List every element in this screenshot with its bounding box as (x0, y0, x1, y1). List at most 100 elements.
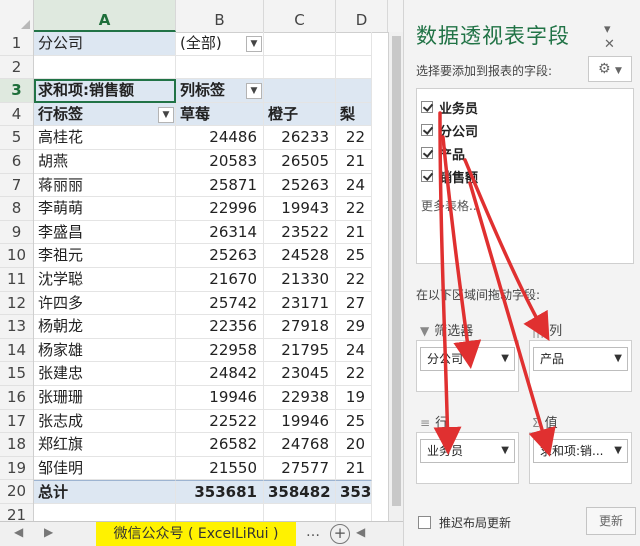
checkbox-checked[interactable] (421, 147, 433, 159)
column-header-c[interactable]: C (264, 0, 336, 32)
value-cell[interactable]: 21795 (264, 338, 336, 363)
total-value-cell[interactable]: 353681 (176, 480, 264, 504)
row-name-cell[interactable]: 张珊珊 (34, 386, 176, 410)
value-cell[interactable]: 21 (336, 220, 372, 245)
value-cell[interactable]: 22 (336, 197, 372, 221)
row-header[interactable]: 5 (0, 126, 33, 150)
filters-field-chip[interactable]: 分公司 ▼ (420, 347, 515, 371)
close-icon[interactable]: ✕ (604, 37, 615, 52)
value-cell[interactable]: 23171 (264, 291, 336, 316)
value-cell[interactable]: 25 (336, 244, 372, 268)
checkbox-checked[interactable] (421, 170, 433, 182)
vertical-scrollbar[interactable] (388, 32, 403, 532)
value-cell[interactable]: 24842 (176, 362, 264, 386)
value-cell[interactable]: 22 (336, 362, 372, 386)
value-cell[interactable]: 19946 (264, 409, 336, 434)
row-name-cell[interactable]: 郑红旗 (34, 433, 176, 457)
value-cell[interactable]: 22 (336, 126, 372, 150)
chevron-down-icon[interactable]: ▼ (614, 440, 622, 462)
value-cell[interactable]: 24528 (264, 244, 336, 268)
row-header[interactable]: 4 (0, 103, 33, 127)
value-cell[interactable]: 26314 (176, 220, 264, 245)
row-name-cell[interactable]: 高桂花 (34, 126, 176, 150)
value-cell[interactable]: 26582 (176, 433, 264, 457)
value-cell[interactable]: 19946 (176, 386, 264, 410)
field-item-salesperson[interactable]: 业务员 (421, 97, 478, 117)
settings-button[interactable]: ⚙ ▼ (588, 56, 632, 82)
value-cell[interactable]: 25742 (176, 291, 264, 316)
column-labels-dropdown-button[interactable]: ▼ (246, 83, 262, 100)
value-cell[interactable]: 22996 (176, 197, 264, 221)
value-cell[interactable]: 29 (336, 315, 372, 339)
more-tables-link[interactable]: 更多表格... (421, 197, 480, 214)
rows-area[interactable]: 业务员 ▼ (416, 432, 519, 484)
row-header[interactable]: 2 (0, 56, 33, 80)
columns-area[interactable]: 产品 ▼ (529, 340, 632, 392)
value-cell[interactable]: 22938 (264, 386, 336, 410)
value-header-cell[interactable]: 求和项:销售额 (34, 79, 176, 103)
column-field-cell[interactable]: 橙子 (264, 102, 336, 127)
value-cell[interactable]: 26505 (264, 150, 336, 174)
total-value-cell[interactable]: 3530 (336, 480, 372, 504)
row-name-cell[interactable]: 李祖元 (34, 244, 176, 268)
value-cell[interactable]: 25871 (176, 173, 264, 198)
chevron-down-icon[interactable]: ▼ (501, 440, 509, 462)
chevron-down-icon[interactable]: ▼ (614, 348, 622, 370)
checkbox-checked[interactable] (421, 124, 433, 136)
value-cell[interactable]: 24 (336, 173, 372, 198)
field-item-sales[interactable]: 销售额 (421, 166, 478, 186)
value-cell[interactable]: 24486 (176, 126, 264, 150)
row-labels-dropdown-button[interactable]: ▼ (158, 106, 174, 123)
tab-next-icon[interactable]: ▶ (44, 525, 53, 539)
pane-options-icon[interactable]: ▾ (604, 22, 611, 37)
row-name-cell[interactable]: 杨朝龙 (34, 315, 176, 339)
row-header[interactable]: 1 (0, 32, 33, 56)
value-cell[interactable]: 20 (336, 433, 372, 457)
defer-layout-update[interactable]: 推迟布局更新 (418, 514, 511, 531)
select-all-corner[interactable] (0, 0, 34, 32)
row-name-cell[interactable]: 许四多 (34, 291, 176, 316)
total-label-cell[interactable]: 总计 (34, 480, 176, 504)
column-header-d[interactable]: D (336, 0, 388, 32)
filter-label-cell[interactable]: 分公司 (34, 32, 176, 56)
total-value-cell[interactable]: 358482 (264, 480, 336, 504)
row-header[interactable]: 7 (0, 174, 33, 198)
column-field-cell[interactable]: 草莓 (176, 102, 264, 127)
row-header[interactable]: 6 (0, 150, 33, 174)
value-cell[interactable]: 25263 (176, 244, 264, 268)
value-cell[interactable]: 27577 (264, 456, 336, 481)
row-labels-cell[interactable]: 行标签 (34, 102, 176, 127)
tab-prev-icon[interactable]: ◀ (14, 525, 23, 539)
values-area[interactable]: 求和项:销... ▼ (529, 432, 632, 484)
column-header-b[interactable]: B (176, 0, 264, 32)
row-header[interactable]: 13 (0, 315, 33, 339)
row-header[interactable]: 17 (0, 410, 33, 434)
row-header[interactable]: 10 (0, 244, 33, 268)
row-header[interactable]: 8 (0, 197, 33, 221)
row-name-cell[interactable]: 蒋丽丽 (34, 173, 176, 198)
more-sheets-icon[interactable]: … (306, 524, 320, 540)
filters-area[interactable]: 分公司 ▼ (416, 340, 519, 392)
value-cell[interactable]: 23522 (264, 220, 336, 245)
chevron-down-icon[interactable]: ▼ (501, 348, 509, 370)
cell[interactable] (264, 79, 336, 103)
scrollbar-thumb[interactable] (392, 36, 401, 506)
add-sheet-button[interactable]: + (330, 524, 350, 544)
value-cell[interactable]: 21550 (176, 456, 264, 481)
filter-dropdown-button[interactable]: ▼ (246, 36, 262, 52)
value-cell[interactable]: 27918 (264, 315, 336, 339)
row-name-cell[interactable]: 李盛昌 (34, 220, 176, 245)
update-button[interactable]: 更新 (586, 507, 636, 535)
value-cell[interactable]: 20583 (176, 150, 264, 174)
defer-checkbox[interactable] (418, 516, 431, 529)
tab-scroll-left-icon[interactable]: ◀ (356, 525, 365, 539)
value-cell[interactable]: 21 (336, 150, 372, 174)
sheet-tab[interactable]: 微信公众号 ( ExcelLiRui ) (96, 522, 296, 546)
row-name-cell[interactable]: 张志成 (34, 409, 176, 434)
row-header[interactable]: 11 (0, 268, 33, 292)
column-field-cell[interactable]: 梨 (336, 102, 372, 127)
value-cell[interactable]: 25 (336, 409, 372, 434)
value-cell[interactable]: 21670 (176, 268, 264, 292)
cell[interactable] (336, 55, 372, 80)
row-header[interactable]: 19 (0, 457, 33, 481)
